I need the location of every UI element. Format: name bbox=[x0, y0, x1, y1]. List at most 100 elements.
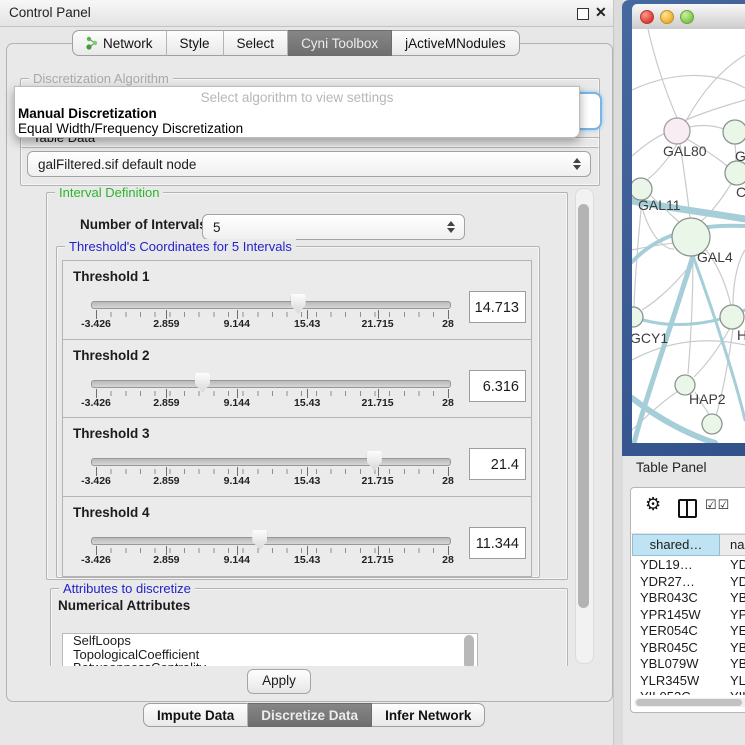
tab-label: jActiveMNodules bbox=[405, 36, 506, 51]
close-icon[interactable]: ✕ bbox=[595, 4, 607, 21]
node-label-ga: GA bbox=[735, 148, 745, 164]
float-window-icon[interactable] bbox=[577, 8, 589, 20]
spinner-arrows-icon[interactable] bbox=[573, 158, 581, 170]
tab-label: Network bbox=[103, 36, 153, 51]
settings-scrollbar[interactable] bbox=[575, 188, 594, 664]
slider-rail[interactable] bbox=[91, 458, 451, 466]
scrollbar-thumb[interactable] bbox=[578, 204, 589, 608]
control-panel-tabbar: Network Style Select Cyni Toolbox jActiv… bbox=[72, 30, 520, 56]
settings-viewport: Interval Definition Number of Intervals … bbox=[14, 186, 598, 666]
node-ga[interactable] bbox=[723, 120, 745, 144]
threshold-4-slider[interactable]: -3.426 2.859 9.144 15.43 21.715 28 bbox=[89, 497, 451, 576]
panel-title: Control Panel bbox=[9, 5, 91, 20]
table-horizontal-scrollbar[interactable] bbox=[634, 698, 745, 707]
zoom-traffic-light-icon[interactable] bbox=[680, 10, 694, 24]
slider-tick-labels: -3.426 2.859 9.144 15.43 21.715 28 bbox=[96, 554, 448, 568]
number-of-intervals-value: 5 bbox=[213, 220, 221, 235]
list-item[interactable]: TopologicalCoefficient bbox=[63, 648, 477, 662]
tab-select[interactable]: Select bbox=[224, 30, 289, 56]
threshold-4-panel: Threshold 4 -3.426 2.859 9.144 15.43 21.… bbox=[62, 496, 532, 577]
slider-rail[interactable] bbox=[91, 301, 451, 309]
slider-tick-labels: -3.426 2.859 9.144 15.43 21.715 28 bbox=[96, 397, 448, 411]
node-label-gal11: GAL11 bbox=[638, 197, 681, 213]
tab-style[interactable]: Style bbox=[167, 30, 224, 56]
screenshot-root: Control Panel ✕ Network Style Select Cyn… bbox=[0, 0, 745, 745]
node-gal80[interactable] bbox=[664, 118, 690, 144]
numerical-attributes-list[interactable]: SelfLoops TopologicalCoefficient Between… bbox=[62, 633, 478, 666]
tab-impute-data[interactable]: Impute Data bbox=[143, 703, 248, 727]
checked-boxes-icon[interactable]: ☑☑ bbox=[705, 497, 730, 513]
tab-jactivemnodules[interactable]: jActiveMNodules bbox=[392, 30, 520, 56]
network-view-canvas[interactable]: GAL80 GA C GAL11 GAL4 GCY1 H HAP2 bbox=[632, 29, 745, 443]
table-row[interactable]: YBL079WYBL0 bbox=[632, 656, 745, 673]
table-panel-title: Table Panel bbox=[636, 460, 707, 475]
threshold-1-value[interactable]: 14.713 bbox=[469, 291, 526, 323]
minimize-traffic-light-icon[interactable] bbox=[660, 10, 674, 24]
tab-infer-network[interactable]: Infer Network bbox=[372, 703, 485, 727]
tab-label: Discretize Data bbox=[261, 708, 358, 723]
table-row[interactable]: YBR045CYBR0 bbox=[632, 640, 745, 657]
threshold-3-slider[interactable]: -3.426 2.859 9.144 15.43 21.715 28 bbox=[89, 418, 451, 497]
apply-button[interactable]: Apply bbox=[247, 669, 311, 694]
table-data-combo[interactable]: galFiltered.sif default node bbox=[27, 151, 591, 177]
list-scrollbar[interactable] bbox=[464, 635, 474, 666]
threshold-3-value[interactable]: 21.4 bbox=[469, 448, 526, 480]
table-data-group: Table Data galFiltered.sif default node bbox=[20, 137, 600, 186]
algorithm-dropdown-popup: Select algorithm to view settings Manual… bbox=[14, 86, 580, 138]
slider-tick-labels: -3.426 2.859 9.144 15.43 21.715 28 bbox=[96, 318, 448, 332]
tab-label: Select bbox=[237, 36, 275, 51]
tab-cyni-toolbox[interactable]: Cyni Toolbox bbox=[288, 30, 392, 56]
gear-icon[interactable]: ⚙ bbox=[645, 494, 661, 515]
group-label: Discretization Algorithm bbox=[29, 71, 173, 86]
slider-rail[interactable] bbox=[91, 380, 451, 388]
network-window-titlebar[interactable] bbox=[632, 4, 745, 30]
tab-label: Impute Data bbox=[157, 708, 234, 723]
threshold-4-value[interactable]: 11.344 bbox=[469, 527, 526, 559]
node-label-h: H bbox=[737, 327, 745, 343]
popup-placeholder: Select algorithm to view settings bbox=[15, 90, 579, 105]
table-row[interactable]: YDL19…YDL1 bbox=[632, 557, 745, 574]
column-header-name[interactable]: na bbox=[720, 534, 745, 556]
node-label-gal4: GAL4 bbox=[697, 249, 733, 265]
table-panel: ⚙ ☑☑ shared… na YDL19…YDL1 YDR27…YDR2 YB… bbox=[630, 487, 745, 713]
node-gcy1[interactable] bbox=[632, 307, 643, 327]
spinner-arrows-icon[interactable] bbox=[447, 221, 455, 233]
table-row[interactable]: YIL052CYIL0 bbox=[632, 689, 745, 695]
node-label-hap2: HAP2 bbox=[689, 391, 726, 407]
tab-discretize-data[interactable]: Discretize Data bbox=[248, 703, 372, 727]
split-columns-icon[interactable] bbox=[678, 499, 697, 518]
table-row[interactable]: YLR345WYLR3 bbox=[632, 673, 745, 690]
table-row[interactable]: YDR27…YDR2 bbox=[632, 574, 745, 591]
node-selected-red[interactable] bbox=[725, 161, 745, 185]
number-of-intervals-combo[interactable]: 5 bbox=[202, 214, 465, 240]
threshold-2-slider[interactable]: -3.426 2.859 9.144 15.43 21.715 28 bbox=[89, 340, 451, 419]
table-row[interactable]: YER054CYER0 bbox=[632, 623, 745, 640]
table-data-selected: galFiltered.sif default node bbox=[38, 157, 196, 172]
control-panel-titlebar: Control Panel ✕ bbox=[0, 0, 613, 27]
node-label-c: C bbox=[736, 184, 745, 200]
tab-label: Infer Network bbox=[385, 708, 471, 723]
network-icon bbox=[86, 36, 98, 50]
column-header-shared[interactable]: shared… bbox=[632, 534, 720, 556]
number-of-intervals-label: Number of Intervals bbox=[80, 217, 207, 232]
tab-network[interactable]: Network bbox=[72, 30, 167, 56]
node-h[interactable] bbox=[720, 305, 744, 329]
scrollbar-thumb[interactable] bbox=[636, 699, 742, 706]
bottom-tabbar: Impute Data Discretize Data Infer Networ… bbox=[143, 703, 485, 727]
threshold-1-slider[interactable]: -3.426 2.859 9.144 15.43 21.715 28 bbox=[89, 261, 451, 340]
list-item[interactable]: SelfLoops bbox=[63, 634, 477, 648]
popup-option-equal-width[interactable]: Equal Width/Frequency Discretization bbox=[18, 121, 243, 136]
table-row[interactable]: YPR145WYPR1 bbox=[632, 607, 745, 624]
group-label: Interval Definition bbox=[55, 186, 163, 200]
threshold-3-panel: Threshold 3 -3.426 2.859 9.144 15.43 21.… bbox=[62, 417, 532, 498]
slider-rail[interactable] bbox=[91, 537, 451, 545]
list-item[interactable]: BetweennessCentrality bbox=[63, 661, 477, 666]
threshold-2-value[interactable]: 6.316 bbox=[469, 370, 526, 402]
slider-tick-labels: -3.426 2.859 9.144 15.43 21.715 28 bbox=[96, 475, 448, 489]
node-unlabeled[interactable] bbox=[702, 414, 722, 434]
node-label-gal80: GAL80 bbox=[663, 143, 707, 159]
table-row[interactable]: YBR043CYBR0 bbox=[632, 590, 745, 607]
close-traffic-light-icon[interactable] bbox=[640, 10, 654, 24]
popup-option-manual[interactable]: Manual Discretization bbox=[18, 106, 157, 121]
numerical-attributes-label: Numerical Attributes bbox=[58, 598, 190, 613]
